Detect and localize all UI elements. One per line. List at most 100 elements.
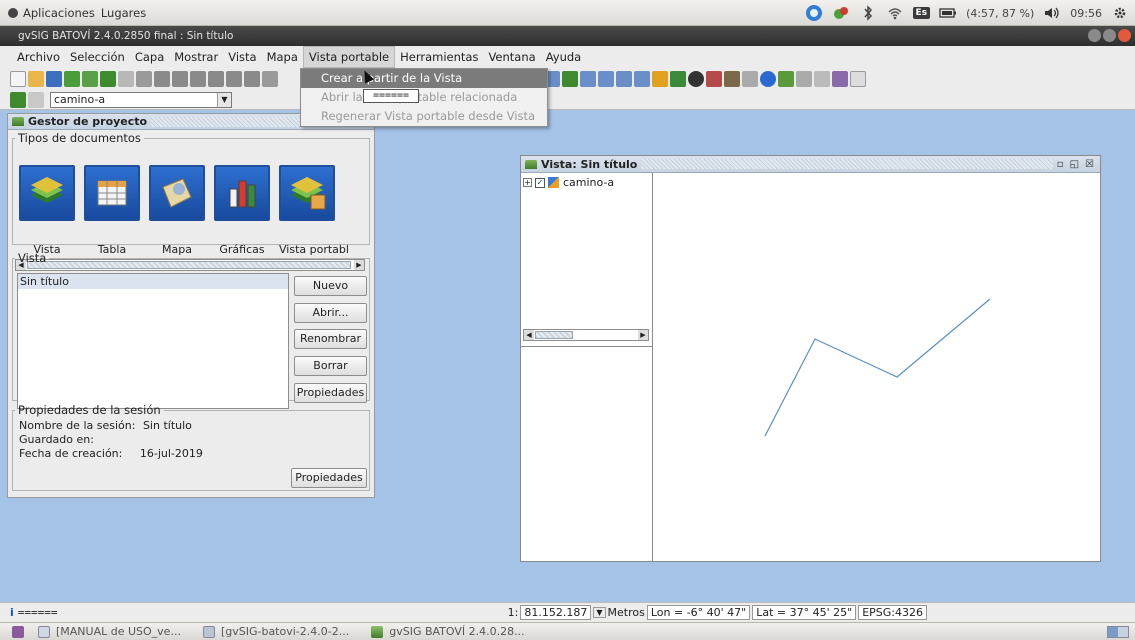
menu-ventana[interactable]: Ventana [483,47,540,67]
hyperlink-icon[interactable] [742,71,758,87]
app-indicator-icon[interactable] [805,4,823,22]
open-project-icon[interactable] [28,71,44,87]
zoom-next-icon[interactable] [616,71,632,87]
taskbar-item[interactable]: [gvSIG-batovi-2.4.0-2... [202,625,349,638]
minimize-window-button[interactable] [1088,29,1101,42]
rename-button[interactable]: Renombrar [294,329,367,349]
zoom-previous-icon[interactable] [598,71,614,87]
delete-button[interactable]: Borrar [294,356,367,376]
scale-dropdown-icon[interactable]: ▼ [593,607,606,618]
invert-selection-icon[interactable] [244,71,260,87]
volume-icon[interactable] [1043,4,1061,22]
layer-name[interactable]: camino-a [563,176,614,189]
select-line-icon[interactable] [190,71,206,87]
select-circle-icon[interactable] [208,71,224,87]
close-window-button[interactable] [1118,29,1131,42]
chevron-down-icon[interactable]: ▼ [217,92,231,107]
clock[interactable]: 09:56 [1070,7,1102,20]
menu-vista-portable[interactable]: Vista portable [302,46,396,68]
select-poly-icon[interactable] [172,71,188,87]
add-layer-icon[interactable] [64,71,80,87]
maximize-view-icon[interactable]: ◱ [1070,159,1079,170]
menu-ayuda[interactable]: Ayuda [541,47,587,67]
zoom-all-icon[interactable] [634,71,650,87]
apps-menu-icon[interactable] [8,7,18,18]
taskbar-item[interactable]: [MANUAL de USO_ve... [38,625,181,638]
workspace-switcher-icon[interactable] [1107,625,1129,638]
show-desktop-icon[interactable] [12,625,24,638]
measure-area-icon[interactable] [706,71,722,87]
scale-input[interactable]: 81.152.187 [520,605,592,620]
zoom-select-icon[interactable] [580,71,596,87]
close-view-icon[interactable]: ☒ [1085,159,1094,170]
map-canvas[interactable] [654,173,1100,561]
doc-type-vista-portable-button[interactable] [279,165,335,221]
edit-icon[interactable] [778,71,794,87]
menu-archivo[interactable]: Archivo [12,47,65,67]
doc-type-tabla-button[interactable] [84,165,140,221]
menu-vista[interactable]: Vista [223,47,261,67]
measure-distance-icon[interactable] [724,71,740,87]
info-icon[interactable] [688,71,704,87]
layer-row[interactable]: + ✓ camino-a [521,173,652,192]
menu-item-abrir-vista-portable[interactable]: Abrir la Vista portable relacionada [301,88,547,107]
document-list[interactable]: Sin título [17,273,289,409]
properties-button[interactable]: Propiedades [294,383,367,403]
menu-herramientas[interactable]: Herramientas [395,47,483,67]
frame-icon[interactable] [670,71,686,87]
menu-item-regenerar-vista-portable[interactable]: Regenerar Vista portable desde Vista [301,107,547,126]
globe-icon[interactable] [760,71,776,87]
zoom-layer-icon[interactable] [562,71,578,87]
menu-mapa[interactable]: Mapa [262,47,303,67]
view-window-titlebar[interactable]: Vista: Sin título ▫ ◱ ☒ [521,156,1100,173]
battery-icon[interactable] [939,4,957,22]
minimize-view-icon[interactable]: ▫ [1057,159,1064,170]
wifi-icon[interactable] [886,4,904,22]
clear-selection-icon[interactable] [262,71,278,87]
doc-type-graficas-button[interactable] [214,165,270,221]
overview-map[interactable] [521,347,652,560]
remove-layer-icon[interactable] [82,71,98,87]
select-icon[interactable] [136,71,152,87]
save-project-icon[interactable] [46,71,62,87]
window-titlebar[interactable]: gvSIG BATOVÍ 2.4.0.2850 final : Sin títu… [0,26,1135,46]
session-properties-button[interactable]: Propiedades [291,468,367,488]
doc-type-mapa-button[interactable] [149,165,205,221]
active-layer-combo[interactable]: camino-a ▼ [50,91,232,108]
graph-icon[interactable] [814,71,830,87]
settings-gear-icon[interactable] [1111,4,1129,22]
gear-tool-icon[interactable] [796,71,812,87]
layer-visibility-checkbox[interactable]: ✓ [535,177,545,188]
maximize-window-button[interactable] [1103,29,1116,42]
menu-mostrar[interactable]: Mostrar [169,47,223,67]
toc-scrollbar[interactable]: ◀ ▶ [523,329,649,341]
open-button[interactable]: Abrir... [294,303,367,323]
new-project-icon[interactable] [10,71,26,87]
crs-field[interactable]: EPSG:4326 [858,605,927,620]
select-rect-icon[interactable] [154,71,170,87]
locator-icon[interactable] [652,71,668,87]
new-button[interactable]: Nuevo [294,276,367,296]
list-item[interactable]: Sin título [18,274,288,289]
expand-icon[interactable]: + [523,178,532,187]
table-icon[interactable] [118,71,134,87]
doc-type-vista-button[interactable] [19,165,75,221]
apps-menu[interactable]: Aplicaciones [23,6,95,20]
import-icon[interactable] [100,71,116,87]
taskbar-item[interactable]: gvSIG BATOVÍ 2.4.0.28... [371,625,525,638]
bluetooth-icon[interactable] [859,4,877,22]
keyboard-layout-indicator[interactable]: Es [912,7,931,19]
picture-icon[interactable] [850,71,866,87]
menu-seleccion[interactable]: Selección [65,47,130,67]
update-notifier-icon[interactable] [832,4,850,22]
layer-stack-icon[interactable] [10,91,26,108]
menu-item-crear-desde-vista[interactable]: Crear a partir de la Vista [301,69,547,88]
scroll-left-icon[interactable]: ◀ [524,330,534,340]
script-icon[interactable] [832,71,848,87]
layer-edit-icon[interactable] [28,91,44,108]
scroll-right-icon[interactable]: ▶ [638,330,648,340]
places-menu[interactable]: Lugares [101,6,146,20]
select-buffer-icon[interactable] [226,71,242,87]
menu-capa[interactable]: Capa [130,47,169,67]
road-line-feature[interactable] [764,298,991,437]
